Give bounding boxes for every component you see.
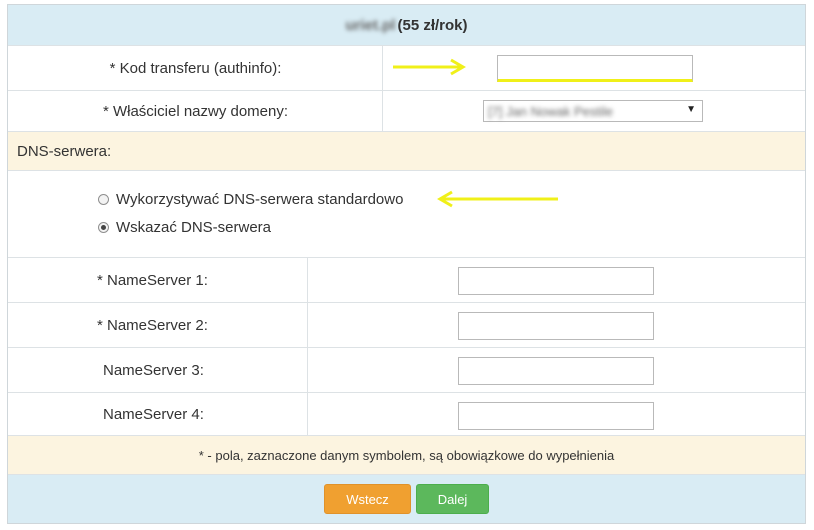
owner-select-value: [7] Jan Nowak Pestile [488, 103, 614, 119]
nameserver-2-input[interactable] [458, 312, 654, 340]
owner-row: * Właściciel nazwy domeny: [7] Jan Nowak… [8, 91, 805, 132]
form-header: uriet.pl (55 zł/rok) [8, 5, 805, 46]
chevron-down-icon: ▼ [686, 104, 696, 115]
domain-name: uriet.pl [345, 16, 396, 34]
nameserver-row-3: NameServer 3: [8, 348, 805, 393]
dns-section-header: DNS-serwera: [8, 132, 805, 171]
transfer-code-row: * Kod transferu (authinfo): [8, 46, 805, 91]
nameserver-row-2: * NameServer 2: [8, 303, 805, 348]
owner-label: * Właściciel nazwy domeny: [102, 102, 289, 120]
domain-price: (55 zł/rok) [397, 16, 468, 34]
owner-select[interactable]: [7] Jan Nowak Pestile ▼ [483, 100, 703, 122]
nameserver-3-input[interactable] [458, 357, 654, 385]
nameserver-1-input[interactable] [458, 267, 654, 295]
nameserver-1-label: * NameServer 1: [97, 271, 208, 289]
nameserver-4-input[interactable] [458, 402, 654, 430]
transfer-code-label: * Kod transferu (authinfo): [109, 59, 282, 77]
radio-dns-standard-label: Wykorzystywać DNS-serwera standardowo [116, 191, 404, 208]
back-button[interactable]: Wstecz [324, 484, 411, 514]
nameserver-2-label: * NameServer 2: [97, 316, 208, 334]
radio-dns-custom[interactable] [98, 222, 109, 233]
transfer-code-input[interactable] [497, 55, 693, 82]
next-button[interactable]: Dalej [416, 484, 489, 514]
domain-transfer-form: uriet.pl (55 zł/rok) * Kod transferu (au… [7, 4, 806, 524]
required-fields-note: * - pola, zaznaczone danym symbolem, są … [8, 436, 805, 475]
nameserver-row-1: * NameServer 1: [8, 258, 805, 303]
dns-section-title: DNS-serwera: [17, 142, 112, 160]
button-bar: Wstecz Dalej [8, 475, 805, 523]
radio-dns-standard[interactable] [98, 194, 109, 205]
dns-options-row: Wykorzystywać DNS-serwera standardowo Ws… [8, 171, 805, 258]
nameserver-3-label: NameServer 3: [103, 361, 204, 379]
nameserver-4-label: NameServer 4: [103, 405, 204, 423]
nameserver-row-4: NameServer 4: [8, 393, 805, 436]
radio-dns-custom-label: Wskazać DNS-serwera [116, 219, 272, 236]
